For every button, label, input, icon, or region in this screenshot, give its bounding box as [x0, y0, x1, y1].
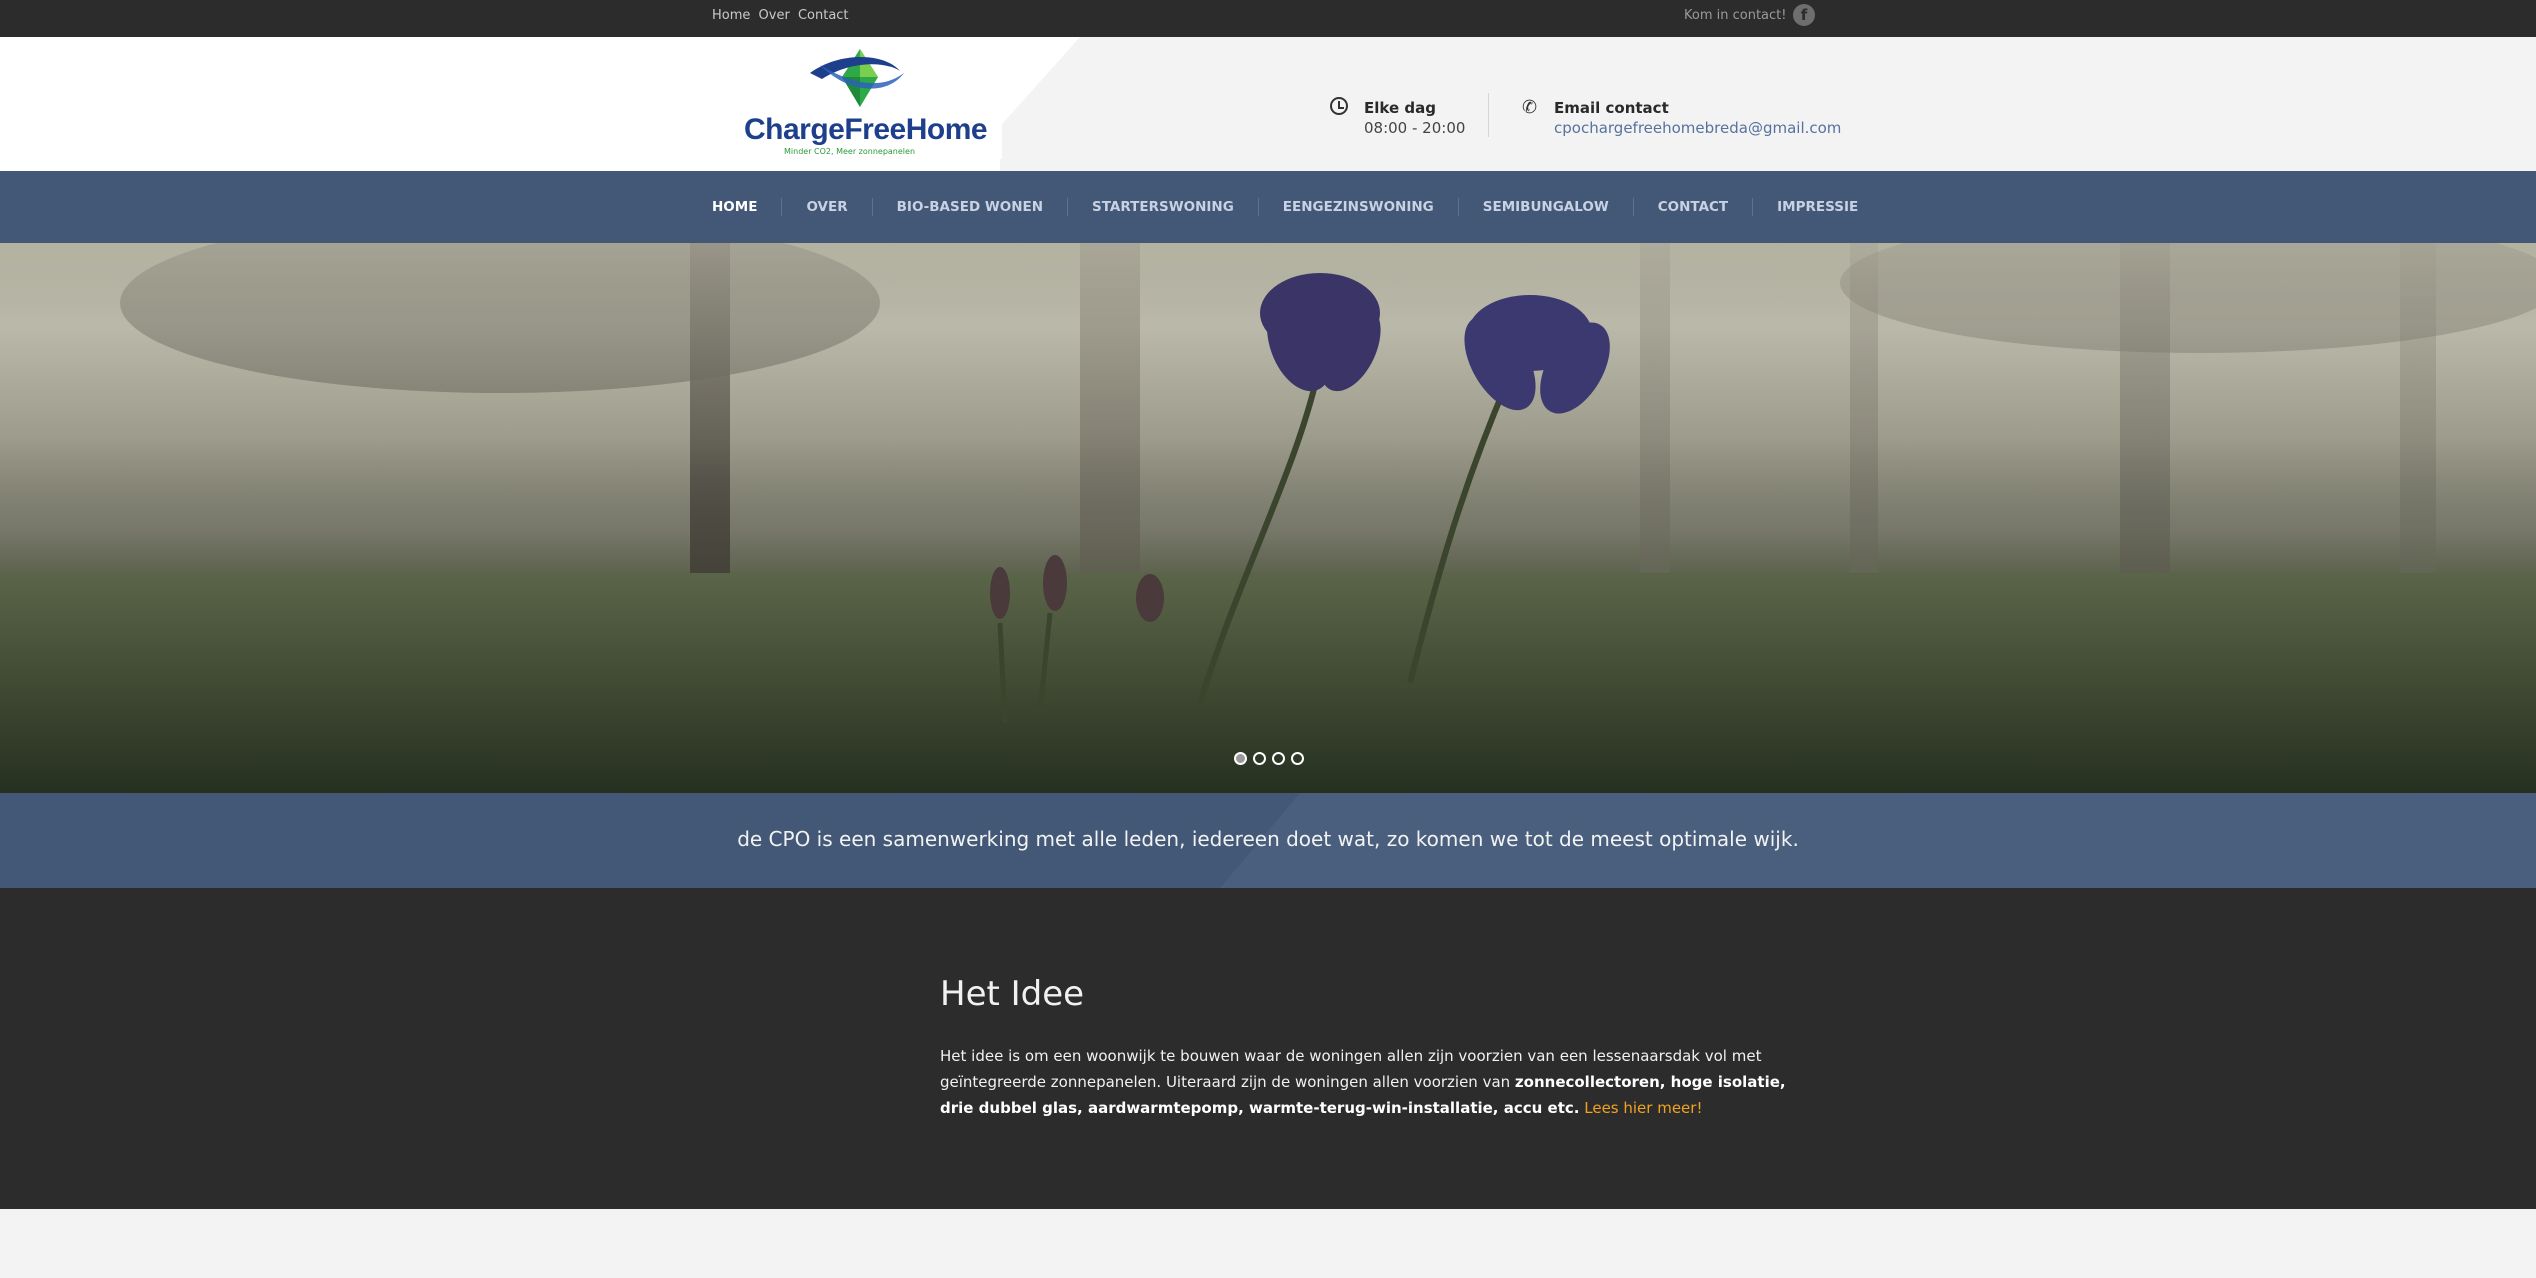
logo-brand: ChargeFreeHome [744, 113, 988, 146]
hero-slider[interactable] [0, 243, 2536, 793]
slider-dot-1[interactable] [1234, 752, 1247, 765]
top-link-contact[interactable]: Contact [798, 8, 849, 23]
top-link-home[interactable]: Home [712, 8, 750, 23]
nav-item-bio-based-wonen[interactable]: BIO-BASED WONEN [871, 198, 1067, 216]
idea-text: Het idee is om een woonwijk te bouwen wa… [940, 1043, 1820, 1121]
email-title: Email contact [1554, 99, 1669, 117]
section-title: Het Idee [940, 974, 1085, 1014]
slider-dot-3[interactable] [1272, 752, 1285, 765]
email-link[interactable]: cpochargefreehomebreda@gmail.com [1554, 119, 1841, 137]
nav-item-over[interactable]: OVER [781, 198, 871, 216]
main-nav: HOME OVER BIO-BASED WONEN STARTERSWONING… [0, 171, 2536, 243]
nav-item-impressie[interactable]: IMPRESSIE [1752, 198, 1882, 216]
nav-item-home[interactable]: HOME [712, 198, 781, 216]
top-bar: Home Over Contact Kom in contact! f [0, 0, 2536, 37]
logo-leaf-icon [810, 49, 904, 107]
slider-dots [1234, 752, 1304, 765]
header-divider [1488, 93, 1489, 137]
clock-icon [1330, 97, 1348, 115]
nav-item-contact[interactable]: CONTACT [1632, 198, 1752, 216]
nav-item-semibungalow[interactable]: SEMIBUNGALOW [1457, 198, 1633, 216]
hours-title: Elke dag [1364, 99, 1436, 117]
top-links: Home Over Contact [712, 8, 853, 23]
slider-dot-4[interactable] [1291, 752, 1304, 765]
idea-section: Het Idee Het idee is om een woonwijk te … [0, 888, 2536, 1209]
hero-image [0, 243, 2536, 793]
nav-item-eengezinswoning[interactable]: EENGEZINSWONING [1257, 198, 1458, 216]
logo-tagline: Minder CO2, Meer zonnepanelen [784, 147, 916, 156]
read-more-link[interactable]: Lees hier meer! [1584, 1099, 1702, 1117]
site-logo[interactable]: ChargeFreeHome Minder CO2, Meer zonnepan… [712, 43, 1002, 159]
header: ChargeFreeHome Minder CO2, Meer zonnepan… [0, 37, 2536, 171]
facebook-icon[interactable]: f [1793, 4, 1815, 26]
footer-band [0, 1209, 2536, 1278]
nav-item-starterswoning[interactable]: STARTERSWONING [1067, 198, 1258, 216]
hours-value: 08:00 - 20:00 [1364, 119, 1466, 137]
top-link-over[interactable]: Over [759, 8, 790, 23]
phone-icon: ✆ [1522, 97, 1538, 118]
contact-cta[interactable]: Kom in contact! [1684, 8, 1786, 23]
tagline-band: de CPO is een samenwerking met alle lede… [0, 793, 2536, 888]
tagline-text: de CPO is een samenwerking met alle lede… [737, 827, 1799, 851]
slider-dot-2[interactable] [1253, 752, 1266, 765]
